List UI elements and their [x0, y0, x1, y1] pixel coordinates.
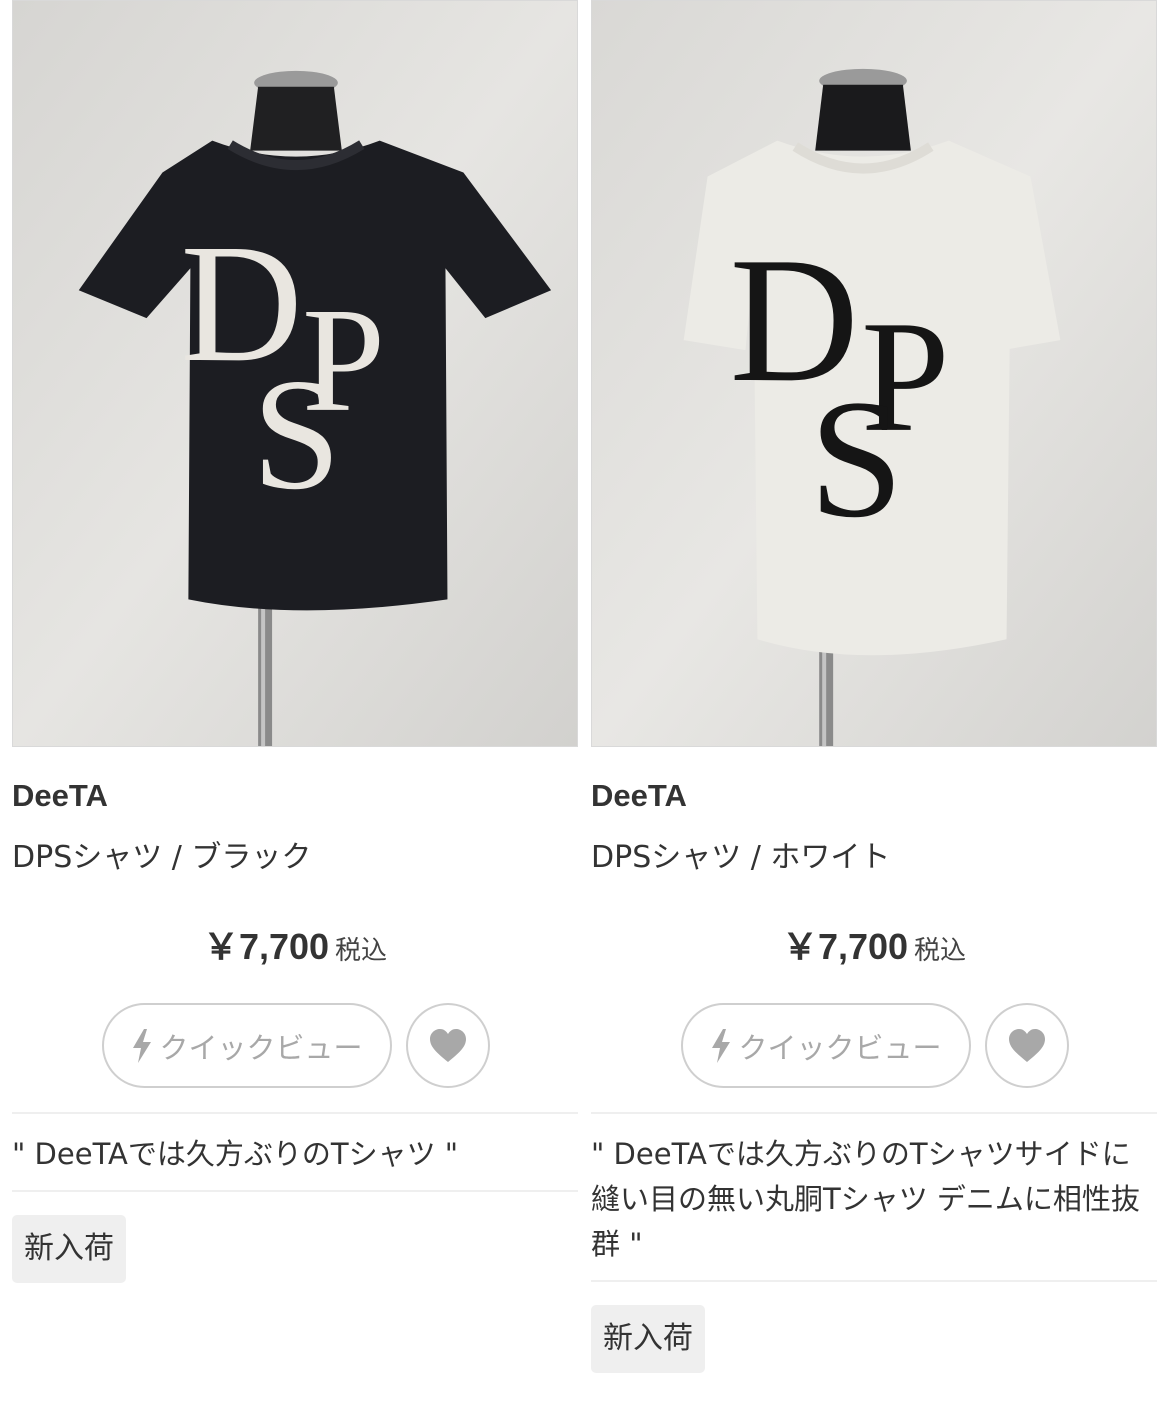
heart-icon: [430, 1028, 466, 1062]
price-row: ￥7,700 税込: [12, 918, 578, 970]
lightning-icon: [712, 1028, 731, 1063]
divider: [591, 1280, 1157, 1282]
tshirt-photo: D P S: [592, 1, 1156, 746]
quickview-button[interactable]: クイックビュー: [102, 1003, 392, 1088]
lightning-icon: [133, 1028, 152, 1063]
tshirt-photo: D P S: [13, 1, 577, 746]
price-row: ￥7,700 税込: [591, 918, 1157, 970]
favorite-button[interactable]: [985, 1003, 1069, 1088]
price: ￥7,700: [781, 926, 909, 967]
product-name[interactable]: DPSシャツ / ホワイト: [591, 832, 890, 876]
new-arrival-badge: 新入荷: [591, 1305, 705, 1373]
product-card-white[interactable]: D P S DeeTA DPSシャツ / ホワイト ￥7,700 税込 クイックビ…: [591, 0, 1159, 1373]
divider: [12, 1190, 578, 1192]
favorite-button[interactable]: [406, 1003, 490, 1088]
product-image[interactable]: D P S: [12, 0, 578, 747]
product-comment: " DeeTAでは久方ぶりのTシャツ ": [12, 1137, 459, 1171]
quickview-button[interactable]: クイックビュー: [681, 1003, 971, 1088]
tax-label: 税込: [335, 936, 388, 966]
divider: [591, 1112, 1157, 1114]
brand-name[interactable]: DeeTA: [591, 778, 687, 814]
price: ￥7,700: [202, 926, 330, 967]
product-comment: " DeeTAでは久方ぶりのTシャツサイドに縫い目の無い丸胴Tシャツ デニムに相…: [591, 1137, 1140, 1261]
svg-text:S: S: [252, 346, 341, 523]
product-image[interactable]: D P S: [591, 0, 1157, 747]
svg-text:S: S: [809, 365, 903, 553]
heart-icon: [1009, 1028, 1045, 1062]
tax-label: 税込: [914, 936, 967, 966]
quickview-label: クイックビュー: [738, 1030, 942, 1065]
product-card-black[interactable]: D P S DeeTA DPSシャツ / ブラック ￥7,700 税込 クイックビ…: [12, 0, 580, 1283]
new-arrival-badge: 新入荷: [12, 1215, 126, 1283]
quickview-label: クイックビュー: [159, 1030, 363, 1065]
brand-name[interactable]: DeeTA: [12, 778, 108, 814]
product-name[interactable]: DPSシャツ / ブラック: [12, 832, 311, 876]
divider: [12, 1112, 578, 1114]
